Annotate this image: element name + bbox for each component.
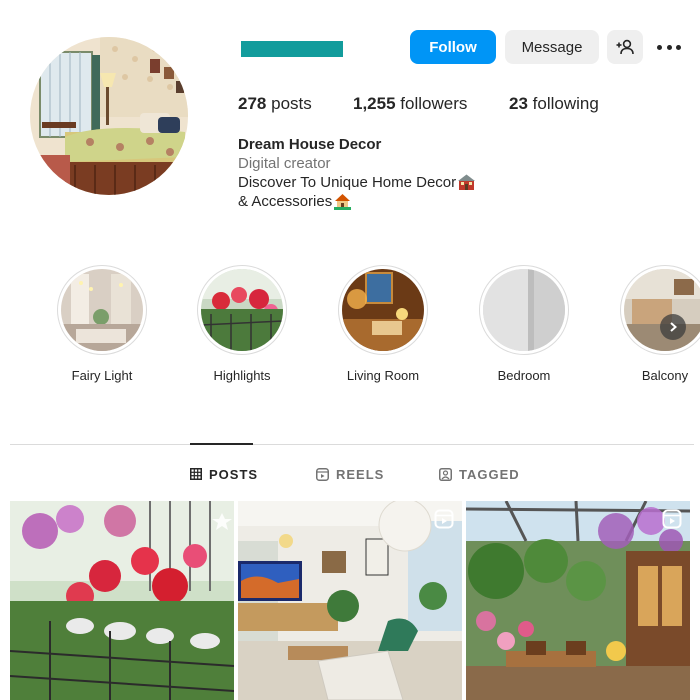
profile-name: Dream House Decor <box>238 136 382 153</box>
highlight-living-room[interactable]: Living Room <box>337 265 429 383</box>
bio-line-2: & Accessories <box>238 193 352 210</box>
profile-category: Digital creator <box>238 155 331 172</box>
followers-count-value: 1,255 <box>353 94 396 113</box>
following-count[interactable]: 23 following <box>509 94 599 114</box>
highlight-label: Fairy Light <box>71 368 133 383</box>
highlight-label: Living Room <box>346 368 420 383</box>
tagged-icon <box>439 467 452 481</box>
highlight-label: Balcony <box>641 368 689 383</box>
next-highlights-button[interactable] <box>660 314 686 340</box>
tab-reels[interactable]: REELS <box>316 465 384 483</box>
highlight-thumbnail <box>624 269 700 351</box>
reels-icon <box>316 467 329 481</box>
followers-count[interactable]: 1,255 followers <box>353 94 467 114</box>
reel-badge-icon <box>434 509 454 529</box>
posts-count: 278 posts <box>238 94 312 114</box>
tab-tagged-label: TAGGED <box>459 466 520 482</box>
bio-line-2-text: & Accessories <box>238 193 333 210</box>
following-count-label: following <box>532 94 599 113</box>
post-thumbnail-2[interactable] <box>238 501 462 700</box>
post-thumbnail-3[interactable] <box>466 501 690 700</box>
add-user-button[interactable] <box>607 30 643 64</box>
add-person-icon <box>616 39 634 55</box>
active-tab-indicator <box>190 443 253 445</box>
username-redacted <box>241 41 343 57</box>
highlight-highlights[interactable]: Highlights <box>196 265 288 383</box>
post-image-living-room <box>238 501 462 700</box>
tab-posts-label: POSTS <box>209 466 259 482</box>
house-garden-emoji-icon <box>334 194 352 210</box>
highlight-thumbnail <box>201 269 283 351</box>
bio-line-1-text: Discover To Unique Home Decor <box>238 174 457 191</box>
post-image-balcony-flowers <box>10 501 234 700</box>
highlight-label: Highlights <box>213 368 271 383</box>
chevron-right-icon <box>670 322 678 332</box>
house-emoji-icon <box>458 174 476 190</box>
tab-tagged[interactable]: TAGGED <box>439 465 520 483</box>
highlight-thumbnail <box>61 269 143 351</box>
tab-posts[interactable]: POSTS <box>190 465 258 483</box>
post-thumbnail-1[interactable] <box>10 501 234 700</box>
tabs-divider <box>10 444 694 445</box>
highlight-thumbnail <box>483 269 565 351</box>
grid-icon <box>190 468 202 480</box>
more-options-icon[interactable] <box>657 38 681 56</box>
tab-reels-label: REELS <box>336 466 385 482</box>
highlight-label: Bedroom <box>497 368 551 383</box>
reel-badge-icon <box>662 509 682 529</box>
following-count-value: 23 <box>509 94 528 113</box>
posts-count-value: 278 <box>238 94 267 113</box>
bio-line-1: Discover To Unique Home Decor <box>238 174 476 191</box>
highlight-thumbnail <box>342 269 424 351</box>
post-image-garden-patio <box>466 501 690 700</box>
posts-count-label: posts <box>271 94 312 113</box>
followers-count-label: followers <box>400 94 468 113</box>
highlight-fairy-light[interactable]: Fairy Light <box>56 265 148 383</box>
follow-button[interactable]: Follow <box>410 30 496 64</box>
profile-avatar[interactable] <box>30 37 188 195</box>
message-button[interactable]: Message <box>505 30 599 64</box>
highlight-bedroom[interactable]: Bedroom <box>478 265 570 383</box>
